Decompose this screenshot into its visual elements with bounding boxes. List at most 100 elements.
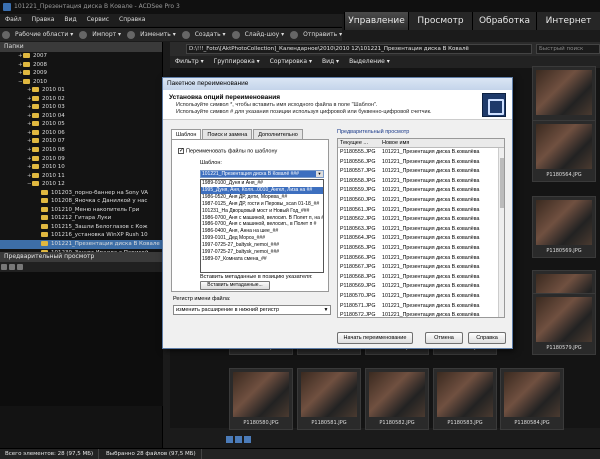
quick-search-input[interactable]: Быстрый поиск	[536, 44, 600, 54]
thumbnail[interactable]: P1180564.JPG	[532, 120, 596, 182]
insert-metadata-button[interactable]: Вставить метаданные...	[200, 281, 270, 290]
zoom-icon[interactable]	[244, 436, 251, 443]
view-icon[interactable]	[226, 436, 233, 443]
preview-row[interactable]: P1180562.JPG 101221_Презентация диска В.к…	[338, 215, 504, 225]
chevron-down-icon[interactable]: ▼	[316, 171, 323, 177]
sort-icon[interactable]	[235, 436, 242, 443]
menu-item[interactable]: Вид	[59, 14, 81, 26]
thumbnail[interactable]: P1180583.JPG	[433, 368, 497, 430]
template-option[interactable]: 1986-0700_Аня с машиной, велосип., в Пол…	[201, 221, 323, 228]
checkbox-icon[interactable]: ✓	[178, 148, 184, 154]
folder-item[interactable]: 101210_Меню накопитель Гри	[0, 206, 162, 215]
info-icon[interactable]	[17, 264, 23, 270]
thumbnail[interactable]: P1180582.JPG	[365, 368, 429, 430]
start-rename-button[interactable]: Начать переименование	[337, 332, 413, 344]
folder-item[interactable]: +2010 02	[0, 95, 162, 104]
folder-item[interactable]: +2010 09	[0, 155, 162, 164]
preview-row[interactable]: P1180566.JPG 101221_Презентация диска В.к…	[338, 254, 504, 264]
col-new-name[interactable]: Новое имя	[378, 139, 496, 148]
preview-row[interactable]: P1180559.JPG 101221_Презентация диска В.к…	[338, 186, 504, 196]
template-dropdown-list[interactable]: 1989-0100_Дуня и Аня_## 1995_Дуня, Аня, К…	[200, 179, 324, 273]
toolbar-icon[interactable]	[231, 31, 240, 39]
folder-item[interactable]: 101203_порно-баннер на Sony VA	[0, 189, 162, 198]
dialog-tab[interactable]: Шаблон	[171, 129, 202, 139]
folder-item[interactable]: +2010 11	[0, 172, 162, 181]
chevron-down-icon[interactable]: ▼	[322, 306, 330, 314]
thumbnail[interactable]: P1180569.JPG	[532, 196, 596, 258]
preview-scrollbar[interactable]	[498, 148, 504, 317]
preview-row[interactable]: P1180570.JPG 101221_Презентация диска В.к…	[338, 292, 504, 302]
toolbar-button[interactable]: Импорт ▾	[88, 28, 125, 41]
toolbar-button[interactable]: Слайд-шоу ▾	[241, 28, 289, 41]
menu-item[interactable]: Правка	[27, 14, 60, 26]
path-field[interactable]: D:\!!!_Foto\[AktPhotoCollection]_Календа…	[186, 44, 532, 54]
folder-item[interactable]: 101212_Гитара Луки	[0, 214, 162, 223]
template-combobox[interactable]: 101221_Презентация диска В Ковалё ### ▼	[200, 170, 324, 178]
template-option[interactable]: 1999-0101_Дед Мороз_###	[201, 235, 323, 242]
play-icon[interactable]	[9, 264, 15, 270]
template-option[interactable]: 1986-0520_Аня ДР, дети, Морева_##	[201, 194, 323, 201]
menu-item[interactable]: Сервис	[82, 14, 114, 26]
template-option[interactable]: 1997-0725-27_baltysk_nemoi_###	[201, 242, 323, 249]
preview-row[interactable]: P1180558.JPG 101221_Презентация диска В.к…	[338, 177, 504, 187]
folder-item[interactable]: +2010 01	[0, 86, 162, 95]
dialog-tab[interactable]: Поиск и замена	[202, 129, 253, 139]
preview-row[interactable]: P1180561.JPG 101221_Презентация диска В.к…	[338, 206, 504, 216]
folder-item[interactable]: −2010 12	[0, 180, 162, 189]
template-option[interactable]: 1997-0725-27_baltysk_nemoi_###	[201, 249, 323, 256]
preview-row[interactable]: P1180567.JPG 101221_Презентация диска В.к…	[338, 263, 504, 273]
preview-row[interactable]: P1180564.JPG 101221_Презентация диска В.к…	[338, 234, 504, 244]
folder-item[interactable]: 101208_Яночка с Данилкой у нас	[0, 197, 162, 206]
filter-menu[interactable]: Вид ▾	[317, 56, 344, 68]
preview-row[interactable]: P1180557.JPG 101221_Презентация диска В.к…	[338, 167, 504, 177]
toolbar-button[interactable]: Рабочие области ▾	[11, 28, 77, 41]
preview-row[interactable]: P1180555.JPG 101221_Презентация диска В.к…	[338, 148, 504, 158]
preview-row[interactable]: P1180572.JPG 101221_Презентация диска В.к…	[338, 311, 504, 317]
thumbnail[interactable]: P1180584.JPG	[500, 368, 564, 430]
preview-row[interactable]: P1180560.JPG 101221_Презентация диска В.к…	[338, 196, 504, 206]
template-option[interactable]: 101231_На Дворцовый мост и Новый Год_###	[201, 208, 323, 215]
use-template-checkbox[interactable]: ✓ Переименовать файлы по шаблону	[178, 148, 277, 154]
folder-item[interactable]: −2010	[0, 78, 162, 87]
toolbar-button[interactable]: Создать ▾	[191, 28, 230, 41]
folder-item[interactable]: +2010 03	[0, 103, 162, 112]
toolbar-button[interactable]: Изменить ▾	[136, 28, 180, 41]
cancel-button[interactable]: Отмена	[425, 332, 463, 344]
thumbnail[interactable]: P1180581.JPG	[297, 368, 361, 430]
template-option[interactable]: 1986-0400_Аня, Анна на шее_##	[201, 228, 323, 235]
folder-item[interactable]: +2010 10	[0, 163, 162, 172]
thumbnail[interactable]	[532, 66, 596, 128]
preview-row[interactable]: P1180556.JPG 101221_Презентация диска В.к…	[338, 158, 504, 168]
toolbar-icon[interactable]	[2, 31, 10, 39]
template-option[interactable]: 1986-0700_Аня с машиной, велосип. В Поле…	[201, 215, 323, 222]
template-option[interactable]: 1995_Дуня, Аня, Коля...0010_Ангел, Лиза …	[201, 186, 323, 194]
help-button[interactable]: Справка	[468, 332, 506, 344]
folder-item[interactable]: 101221_Презентация диска В Ковале	[0, 240, 162, 249]
col-current-name[interactable]: Текущее ...	[338, 139, 378, 148]
menu-item[interactable]: Файл	[0, 14, 27, 26]
folder-item[interactable]: +2010 04	[0, 112, 162, 121]
folder-item[interactable]: +2010 05	[0, 120, 162, 129]
preview-row[interactable]: P1180563.JPG 101221_Презентация диска В.к…	[338, 225, 504, 235]
mode-tab[interactable]: Интернет	[536, 12, 600, 30]
toolbar-icon[interactable]	[79, 31, 88, 39]
toolbar-icon[interactable]	[290, 31, 299, 39]
folder-item[interactable]: +2010 07	[0, 137, 162, 146]
filter-menu[interactable]: Выделение ▾	[344, 56, 395, 68]
folder-item[interactable]: 101216_установка WinXP Rush 10	[0, 231, 162, 240]
folder-item[interactable]: +2010 06	[0, 129, 162, 138]
preview-row[interactable]: P1180565.JPG 101221_Презентация диска В.к…	[338, 244, 504, 254]
template-option[interactable]: 1989-07_Комната смена_##	[201, 256, 323, 263]
toolbar-button[interactable]: Отправить ▾	[299, 28, 342, 41]
thumbnail[interactable]: P1180580.JPG	[229, 368, 293, 430]
filter-menu[interactable]: Фильтр ▾	[170, 56, 209, 68]
folder-item[interactable]: 101215_Зашли Белоглазов с Кож	[0, 223, 162, 232]
folder-item[interactable]: +2007	[0, 52, 162, 61]
zoom-icon[interactable]	[1, 264, 7, 270]
case-select[interactable]: изменить расширение в нижний регистр ▼	[173, 305, 331, 315]
preview-row[interactable]: P1180569.JPG 101221_Презентация диска В.к…	[338, 282, 504, 292]
mode-tab[interactable]: Управление	[344, 12, 408, 30]
preview-row[interactable]: P1180571.JPG 101221_Презентация диска В.к…	[338, 302, 504, 312]
thumbnail[interactable]: P1180579.JPG	[532, 293, 596, 355]
menu-item[interactable]: Справка	[114, 14, 150, 26]
